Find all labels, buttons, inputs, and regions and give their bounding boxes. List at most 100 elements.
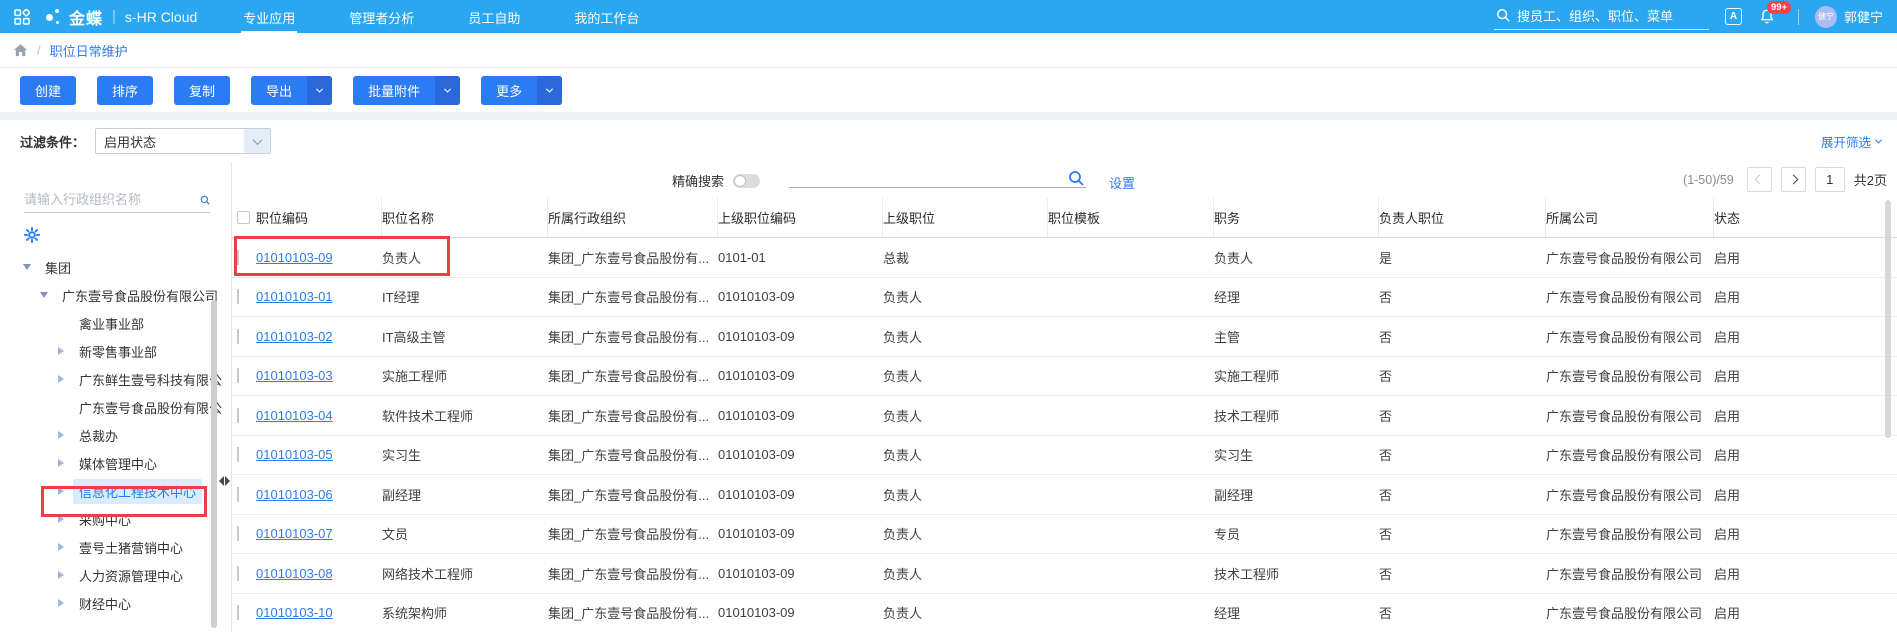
apps-grid-icon[interactable] [14,9,30,25]
breadcrumb-page-title[interactable]: 职位日常维护 [50,41,128,60]
search-icon[interactable] [200,193,210,207]
position-code-link[interactable]: 01010103-04 [256,408,333,423]
tree-item[interactable]: 禽业事业部 [0,309,231,337]
row-checkbox[interactable] [237,329,239,344]
tree-collapsed-icon[interactable] [56,543,66,551]
chevron-down-icon[interactable] [244,129,270,153]
row-checkbox[interactable] [237,566,239,581]
position-code-link[interactable]: 01010103-05 [256,447,333,462]
toolbar-button[interactable]: 导出 [251,76,332,105]
column-header[interactable]: 职位模板 [1048,198,1214,237]
tree-collapsed-icon[interactable] [56,347,66,355]
sidebar-splitter-handle[interactable] [219,476,230,486]
global-search[interactable]: 搜员工、组织、职位、菜单 [1494,4,1709,30]
filter-select[interactable]: 启用状态 [95,128,271,154]
position-code-link[interactable]: 01010103-06 [256,487,333,502]
toolbar-button[interactable]: 批量附件 [353,76,460,105]
table-scrollbar[interactable] [1885,200,1891,438]
tree-collapsed-icon[interactable] [56,599,66,607]
notifications-button[interactable]: 99+ [1758,8,1776,26]
column-header[interactable]: 负责人职位 [1379,198,1546,237]
tree-item[interactable]: 新零售事业部 [0,337,231,365]
column-header[interactable]: 所属行政组织 [548,198,718,237]
row-checkbox[interactable] [237,289,239,304]
tree-item[interactable]: 人力资源管理中心 [0,561,231,589]
tree-collapsed-icon[interactable] [56,487,66,495]
nav-menu-item[interactable]: 专业应用 [241,0,297,33]
prev-page-button[interactable] [1747,167,1772,192]
nav-divider [1798,9,1799,25]
table-cell: 广东壹号食品股份有限公司 [1546,603,1714,622]
sidebar-scrollbar[interactable] [211,300,217,628]
org-search-input[interactable] [24,192,200,207]
row-checkbox[interactable] [237,250,239,265]
user-menu[interactable]: 健宁 郭健宁 [1815,6,1883,28]
row-checkbox[interactable] [237,526,239,541]
column-header[interactable]: 状态 [1714,198,1897,237]
tree-item[interactable]: 广东壹号食品股份有限公司 [0,281,231,309]
settings-gear-icon[interactable] [24,227,40,243]
tree-expanded-icon[interactable] [39,292,49,298]
chevron-down-icon[interactable] [435,76,460,105]
tree-item[interactable]: 集团 [0,253,231,281]
select-all-checkbox[interactable] [237,211,250,224]
nav-menu-item[interactable]: 我的工作台 [572,0,641,33]
toolbar-button[interactable]: 更多 [481,76,562,105]
tree-item[interactable]: 采购中心 [0,505,231,533]
tree-collapsed-icon[interactable] [56,431,66,439]
tree-item[interactable]: 总裁办 [0,421,231,449]
tree-item[interactable]: 信息化工程技术中心 [0,477,231,505]
search-settings-link[interactable]: 设置 [1109,173,1135,192]
position-code-link[interactable]: 01010103-02 [256,329,333,344]
row-checkbox[interactable] [237,605,239,620]
column-header[interactable]: 上级职位编码 [718,198,883,237]
tree-collapsed-icon[interactable] [56,375,66,383]
position-code-link[interactable]: 01010103-01 [256,289,333,304]
row-checkbox[interactable] [237,487,239,502]
table-cell: 集团_广东壹号食品股份有... [548,327,718,346]
tree-collapsed-icon[interactable] [56,515,66,523]
tree-item[interactable]: 媒体管理中心 [0,449,231,477]
table-cell: 负责人 [1214,248,1379,267]
expand-filter-link[interactable]: 展开筛选 [1821,132,1881,151]
tree-expanded-icon[interactable] [22,264,32,270]
table-cell: 01010103-09 [718,408,883,423]
position-code-link[interactable]: 01010103-03 [256,368,333,383]
column-header[interactable]: 职位名称 [382,198,548,237]
row-checkbox[interactable] [237,447,239,462]
position-code-link[interactable]: 01010103-09 [256,250,333,265]
chevron-down-icon[interactable] [307,76,332,105]
tree-item[interactable]: 广东壹号食品股份有限公 [0,393,231,421]
search-icon[interactable] [1068,170,1084,186]
nav-menu-item[interactable]: 员工自助 [466,0,522,33]
tree-collapsed-icon[interactable] [56,459,66,467]
tree-collapsed-icon[interactable] [56,571,66,579]
org-search[interactable] [24,192,210,213]
language-icon[interactable]: A [1725,8,1742,25]
position-code-link[interactable]: 01010103-08 [256,566,333,581]
column-header[interactable]: 职位编码 [256,198,382,237]
page-number-input[interactable] [1815,167,1845,192]
tree-item[interactable]: 壹号土猪营销中心 [0,533,231,561]
tree-item[interactable]: 财经中心 [0,589,231,617]
position-code-link[interactable]: 01010103-10 [256,605,333,620]
nav-menu-item[interactable]: 管理者分析 [347,0,416,33]
toolbar-button[interactable]: 排序 [97,76,153,105]
position-code-link[interactable]: 01010103-07 [256,526,333,541]
tree-item[interactable]: 广东鲜生壹号科技有限公 [0,365,231,393]
table-cell: 启用 [1714,485,1897,504]
chevron-down-icon[interactable] [537,76,562,105]
column-header[interactable]: 职务 [1214,198,1379,237]
column-header[interactable]: 上级职位 [883,198,1048,237]
avatar[interactable]: 健宁 [1815,6,1837,28]
home-icon[interactable] [13,43,28,58]
next-page-button[interactable] [1781,167,1806,192]
precise-search-toggle[interactable] [733,174,760,188]
toolbar-button[interactable]: 创建 [20,76,76,105]
table-cell: 0101-01 [718,250,883,265]
table-search-input[interactable] [789,168,1086,188]
row-checkbox[interactable] [237,408,239,423]
column-header[interactable]: 所属公司 [1546,198,1714,237]
row-checkbox[interactable] [237,368,239,383]
toolbar-button[interactable]: 复制 [174,76,230,105]
